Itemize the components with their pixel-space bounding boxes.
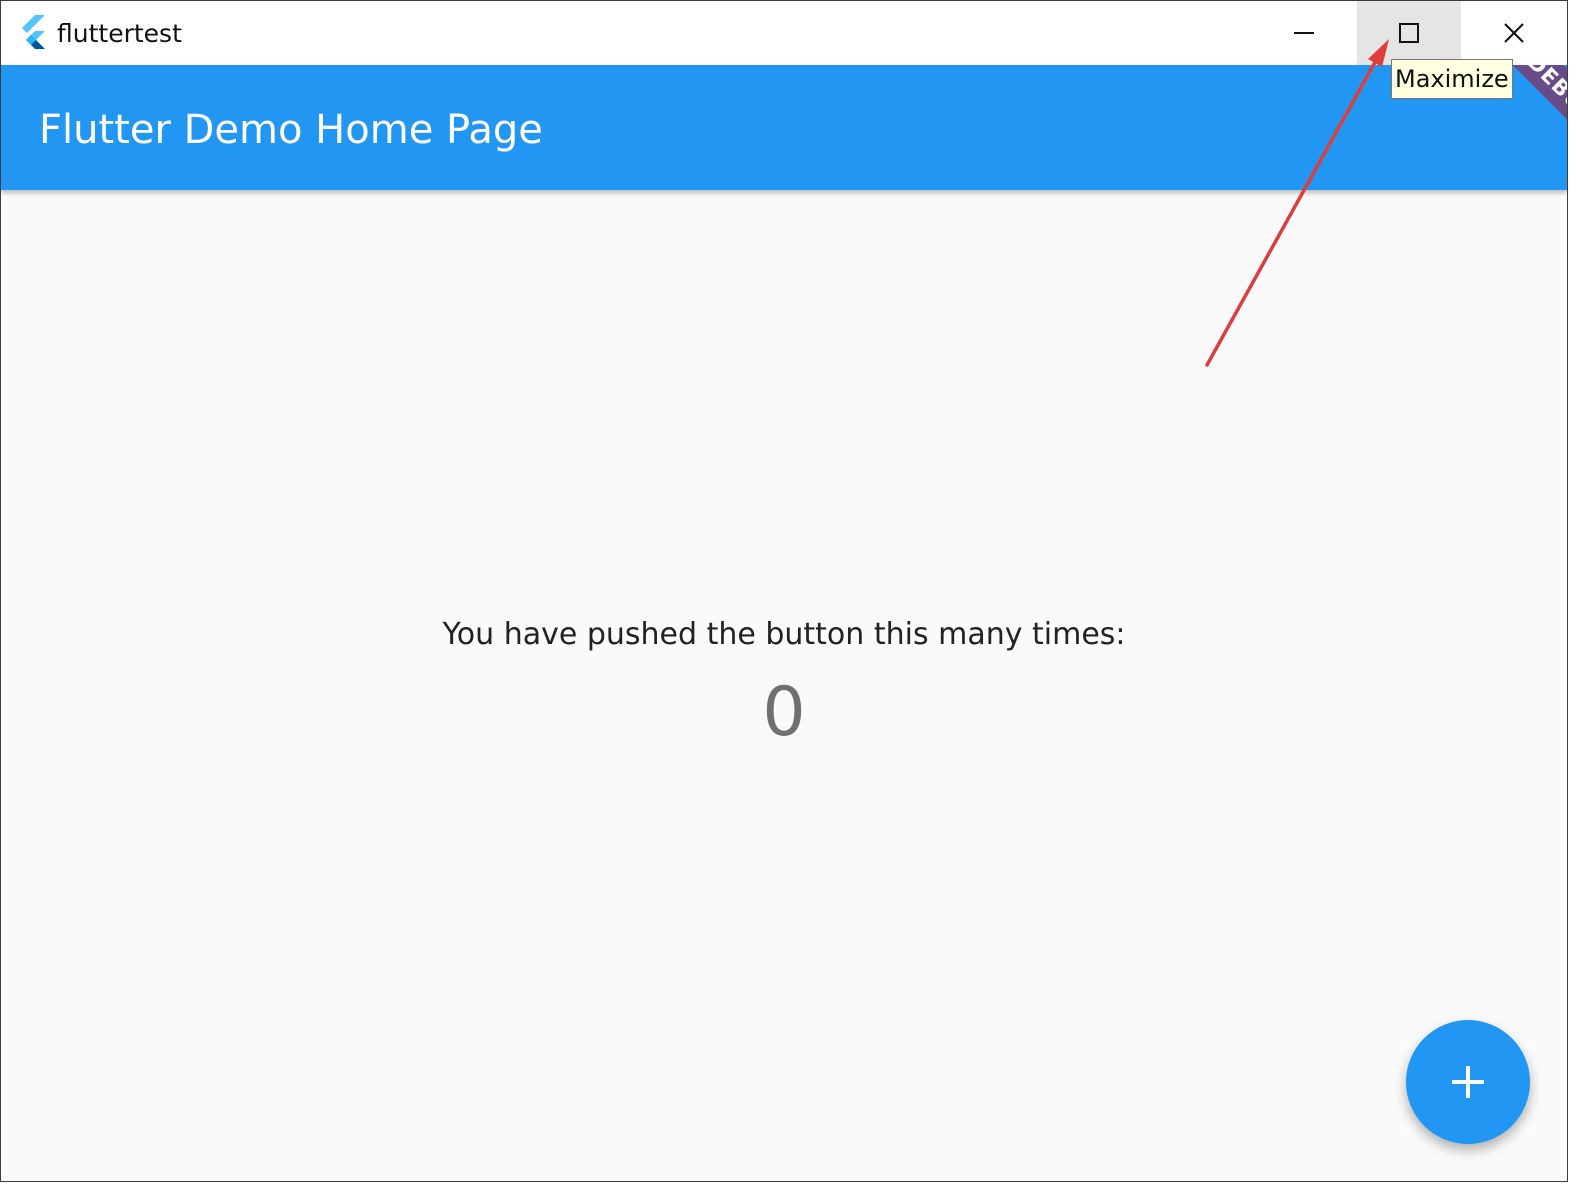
page-title: Flutter Demo Home Page: [39, 107, 543, 153]
plus-icon: [1452, 1066, 1484, 1098]
app-bar: Flutter Demo Home Page DEBUG: [1, 65, 1567, 190]
app-window: fluttertest Flutter Demo Home Page DEBUG…: [0, 0, 1568, 1182]
minimize-button[interactable]: [1252, 1, 1356, 65]
window-title: fluttertest: [57, 19, 182, 48]
close-icon: [1504, 23, 1524, 43]
close-button[interactable]: [1462, 1, 1566, 65]
flutter-logo-icon: [22, 15, 45, 49]
minimize-icon: [1294, 32, 1314, 34]
increment-button[interactable]: [1406, 1020, 1530, 1144]
maximize-tooltip: Maximize: [1391, 59, 1513, 99]
maximize-button[interactable]: [1357, 1, 1461, 65]
maximize-icon: [1399, 23, 1419, 43]
counter-value: 0: [762, 673, 806, 752]
title-bar[interactable]: fluttertest: [1, 1, 1567, 65]
main-content: You have pushed the button this many tim…: [1, 190, 1567, 1181]
counter-label: You have pushed the button this many tim…: [442, 617, 1126, 652]
